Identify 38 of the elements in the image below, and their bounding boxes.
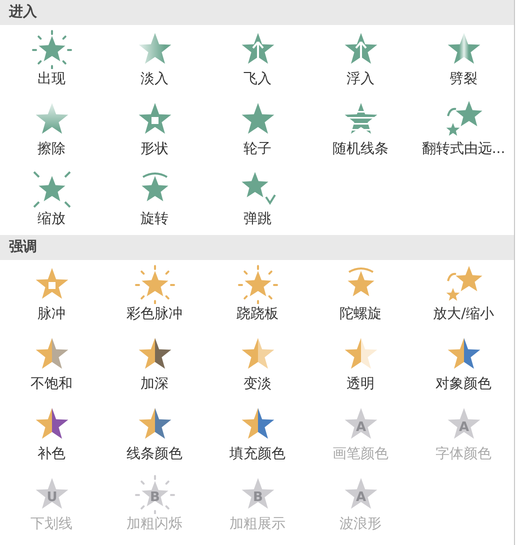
effect-button[interactable]: 劈裂 bbox=[412, 25, 515, 95]
star-icon bbox=[238, 264, 278, 304]
effect-button[interactable]: 彩色脉冲 bbox=[103, 260, 206, 330]
effect-button[interactable]: 随机线条 bbox=[309, 95, 412, 165]
section-header: 进入 bbox=[0, 0, 514, 25]
star-letter: A bbox=[355, 420, 366, 435]
effect-button[interactable]: 缩放 bbox=[0, 165, 103, 235]
star-icon bbox=[134, 264, 174, 304]
effect-button[interactable]: 出现 bbox=[0, 25, 103, 95]
section-header: 强调 bbox=[0, 235, 514, 260]
effect-button[interactable]: 陀螺旋 bbox=[309, 260, 412, 330]
effect-button[interactable]: 放大/缩小 bbox=[412, 260, 515, 330]
star-icon bbox=[32, 29, 72, 69]
effect-button[interactable]: 不饱和 bbox=[0, 330, 103, 400]
effect-button[interactable]: 形状 bbox=[103, 95, 206, 165]
effect-button[interactable]: 线条颜色 bbox=[103, 400, 206, 470]
effect-button[interactable]: 轮子 bbox=[206, 95, 309, 165]
effect-button[interactable]: 变淡 bbox=[206, 330, 309, 400]
star-letter: B bbox=[252, 490, 262, 505]
effect-button[interactable]: 补色 bbox=[0, 400, 103, 470]
effect-button[interactable]: 飞入 bbox=[206, 25, 309, 95]
effect-button[interactable]: 填充颜色 bbox=[206, 400, 309, 470]
effect-button[interactable]: 加深 bbox=[103, 330, 206, 400]
star-letter: U bbox=[46, 490, 57, 505]
effect-button[interactable]: 翻转式由远... bbox=[412, 95, 515, 165]
star-letter: A bbox=[458, 420, 469, 435]
star-letter: B bbox=[150, 490, 160, 505]
effect-button[interactable]: 弹跳 bbox=[206, 165, 309, 235]
star-letter: A bbox=[355, 490, 366, 505]
star-icon bbox=[32, 169, 72, 209]
effect-button[interactable]: 淡入 bbox=[103, 25, 206, 95]
effect-button[interactable]: 擦除 bbox=[0, 95, 103, 165]
effect-button[interactable]: 浮入 bbox=[309, 25, 412, 95]
effect-button[interactable]: 旋转 bbox=[103, 165, 206, 235]
effect-button[interactable]: 对象颜色 bbox=[412, 330, 515, 400]
effect-button[interactable]: 透明 bbox=[309, 330, 412, 400]
effect-button[interactable]: 跷跷板 bbox=[206, 260, 309, 330]
effect-button[interactable]: 脉冲 bbox=[0, 260, 103, 330]
